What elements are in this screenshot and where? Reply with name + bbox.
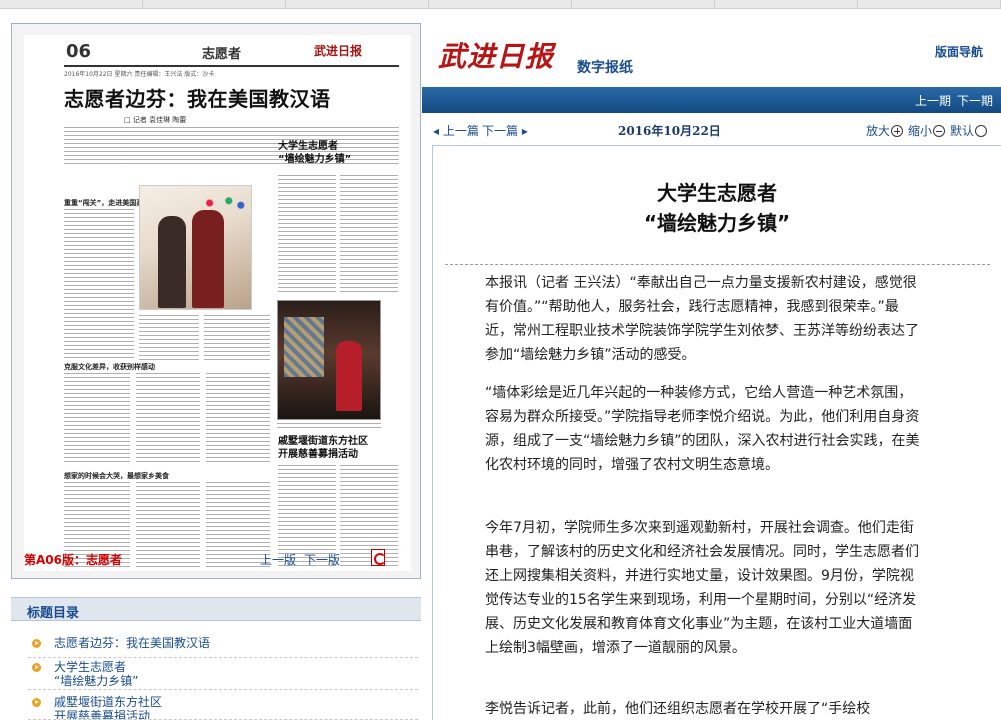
circle-icon — [975, 125, 988, 137]
header-rule — [64, 65, 399, 67]
zoom-out-label: 缩小 — [908, 124, 933, 138]
box2-title-line2: 开展慈善募捐活动 — [278, 449, 358, 460]
issue-date: 2016年10月22日 — [618, 124, 721, 138]
prev-article-label: 上一篇 — [442, 124, 479, 138]
page-subhead-3: 想家的时候会大哭，最想家乡美食 — [64, 472, 169, 480]
bullet-arrow-icon — [32, 663, 41, 672]
pdf-download-icon[interactable] — [371, 549, 386, 566]
photo-caption — [277, 423, 381, 431]
toc-item-1[interactable]: 志愿者边芬：我在美国教汉语 — [28, 636, 418, 658]
newspaper-page-image[interactable]: 06 志愿者 武进日报 2016年10月22日 星期六 责任编辑：王兴法 版式：… — [24, 35, 411, 571]
article-paragraph: “墙体彩绘是近几年兴起的一种装修方式，它给人营造一种艺术氛围，容易为群众所接受。… — [485, 385, 920, 473]
browser-tab-strip — [0, 0, 1001, 9]
next-article-label: 下一篇 — [482, 124, 519, 138]
page-section: 志愿者 — [202, 47, 242, 62]
toc-item-1-line1: 志愿者边芬：我在美国教汉语 — [54, 636, 211, 650]
box1-title-line1: 大学生志愿者 — [278, 141, 338, 152]
brand-logo: 武进日报 — [438, 35, 566, 75]
toc-item-3-line2: 开展慈善募捐活动 — [54, 709, 151, 720]
page-photo-classroom — [139, 185, 252, 310]
prev-page-link[interactable]: 上一版 — [260, 551, 296, 568]
masthead-small: 武进日报 — [314, 44, 363, 58]
column-text-1 — [64, 209, 134, 359]
next-issue-link[interactable]: 下一期 — [957, 92, 993, 109]
page-number: 06 — [66, 41, 92, 62]
page-box1-title[interactable]: 大学生志愿者 “墙绘魅力乡镇” — [278, 140, 398, 166]
minus-circle-icon — [933, 125, 946, 137]
toc-item-2-line2: “墙绘魅力乡镇” — [54, 674, 139, 688]
article-title-line1: 大学生志愿者 — [657, 181, 777, 205]
triangle-left-icon: ◂ — [433, 124, 440, 138]
page-dateline: 2016年10月22日 星期六 责任编辑：王兴法 版式：沙卡 — [64, 71, 215, 78]
article-title: 大学生志愿者 “墙绘魅力乡镇” — [433, 178, 1001, 238]
next-article-link[interactable]: 下一篇 ▸ — [482, 122, 528, 139]
box1-title-line2: “墙绘魅力乡镇” — [278, 154, 352, 165]
page-subhead-2: 克服文化差异，收获别样感动 — [64, 363, 155, 371]
toc-item-2-line1: 大学生志愿者 — [54, 660, 127, 674]
box1-text-a — [278, 175, 336, 295]
zoom-in-button[interactable]: 放大 — [866, 122, 904, 139]
article-paragraph: 李悦告诉记者，此前，他们还组织志愿者在学校开展了“手绘校 — [485, 701, 871, 717]
bullet-arrow-icon — [32, 639, 41, 648]
zoom-out-button[interactable]: 缩小 — [908, 122, 946, 139]
article-paragraph: 今年7月初，学院师生多次来到遥观勤新村，开展社会调查。他们走街串巷，了解该村的历… — [485, 520, 919, 656]
issue-nav-bar: 上一期 下一期 — [422, 87, 1001, 113]
page-preview-panel: 06 志愿者 武进日报 2016年10月22日 星期六 责任编辑：王兴法 版式：… — [11, 23, 421, 579]
toc-item-3-line1: 戚墅堰街道东方社区 — [54, 695, 163, 709]
box1-text-b — [340, 175, 398, 295]
page-photo-mural — [277, 300, 381, 420]
box2-title-line1: 戚墅堰街道东方社区 — [278, 436, 368, 447]
page-headline[interactable]: 志愿者边芬：我在美国教汉语 — [64, 83, 394, 112]
box2-text-b — [340, 465, 398, 567]
zoom-in-label: 放大 — [866, 124, 891, 138]
column-text-4 — [64, 373, 130, 465]
column-text-2 — [139, 315, 199, 360]
prev-issue-link[interactable]: 上一期 — [915, 92, 951, 109]
toc-item-3[interactable]: 戚墅堰街道东方社区 开展慈善募捐活动 — [28, 695, 418, 720]
zoom-default-button[interactable]: 默认 — [950, 122, 988, 139]
zoom-default-label: 默认 — [950, 124, 975, 138]
brand-tagline: 数字报纸 — [577, 60, 633, 76]
page-box2-title[interactable]: 戚墅堰街道东方社区 开展慈善募捐活动 — [278, 435, 398, 461]
next-page-link[interactable]: 下一版 — [304, 551, 340, 568]
brand-logo-text: 武进日报 — [438, 40, 555, 73]
column-text-3 — [204, 315, 270, 360]
page-label: 第A06版：志愿者 — [24, 553, 122, 567]
column-text-8 — [136, 482, 200, 567]
prev-article-link[interactable]: ◂ 上一篇 — [433, 122, 479, 139]
toc-item-2[interactable]: 大学生志愿者 “墙绘魅力乡镇” — [28, 660, 418, 690]
page-navigation-link[interactable]: 版面导航 — [935, 43, 983, 60]
plus-circle-icon — [891, 125, 904, 137]
column-text-5 — [136, 373, 200, 465]
article-divider — [445, 264, 990, 265]
article-title-line2: “墙绘魅力乡镇” — [643, 211, 791, 235]
page-byline: □ 记者 袁佳琳 陶蕾 — [124, 116, 187, 124]
toc-header: 标题目录 — [11, 597, 421, 621]
toc-title: 标题目录 — [27, 606, 80, 621]
triangle-right-icon: ▸ — [521, 124, 528, 138]
article-paragraph: 本报讯（记者 王兴法）“奉献出自己一点力量支援新农村建设，感觉很有价值。”“帮助… — [485, 275, 919, 363]
article-panel: 大学生志愿者 “墙绘魅力乡镇” 本报讯（记者 王兴法）“奉献出自己一点力量支援新… — [432, 145, 1001, 720]
column-text-6 — [206, 373, 270, 465]
bullet-arrow-icon — [32, 698, 41, 707]
